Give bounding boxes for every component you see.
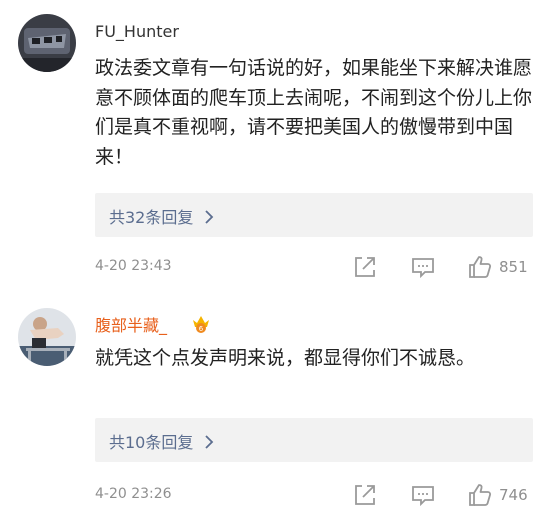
share-icon[interactable]	[352, 254, 378, 280]
thumbs-up-icon[interactable]	[467, 482, 493, 508]
username[interactable]: 腹部半藏_	[95, 312, 167, 336]
replies-label: 共10条回复	[109, 433, 194, 452]
comment-icon[interactable]	[410, 482, 436, 508]
comment-item: FU_Hunter 政法委文章有一句话说的好，如果能坐下来解决谁愿意不顾体面的爬…	[0, 0, 550, 290]
replies-link[interactable]: 共32条回复	[109, 204, 214, 228]
comment-footer: 4-20 23:43 851	[95, 252, 535, 282]
thumbs-up-icon[interactable]	[467, 254, 493, 280]
comment-text: 就凭这个点发声明来说，都显得你们不诚恳。	[95, 347, 476, 369]
username[interactable]: FU_Hunter	[95, 22, 179, 41]
like-count: 851	[499, 258, 528, 276]
share-icon[interactable]	[352, 482, 378, 508]
chevron-right-icon	[205, 435, 214, 449]
replies-label: 共32条回复	[109, 208, 194, 227]
avatar-image	[18, 308, 76, 366]
avatar[interactable]	[18, 14, 76, 72]
replies-link[interactable]: 共10条回复	[109, 429, 214, 453]
comment-footer: 4-20 23:26 746	[95, 480, 535, 510]
replies-box[interactable]: 共10条回复	[95, 418, 533, 462]
like-count: 746	[499, 486, 528, 504]
svg-text:6: 6	[199, 325, 204, 333]
timestamp: 4-20 23:26	[95, 486, 172, 502]
comment-item: 腹部半藏_ 6 就凭这个点发声明来说，都显得你们不诚恳。 共10条回复 4-20…	[0, 290, 550, 514]
timestamp: 4-20 23:43	[95, 258, 172, 274]
avatar[interactable]	[18, 308, 76, 366]
vip-crown-badge-icon: 6	[193, 316, 209, 333]
replies-box[interactable]: 共32条回复	[95, 193, 533, 237]
comment-icon[interactable]	[410, 254, 436, 280]
avatar-image	[18, 14, 76, 72]
comment-text: 政法委文章有一句话说的好，如果能坐下来解决谁愿意不顾体面的爬车顶上去闹呢，不闹到…	[95, 57, 533, 168]
chevron-right-icon	[205, 210, 214, 224]
